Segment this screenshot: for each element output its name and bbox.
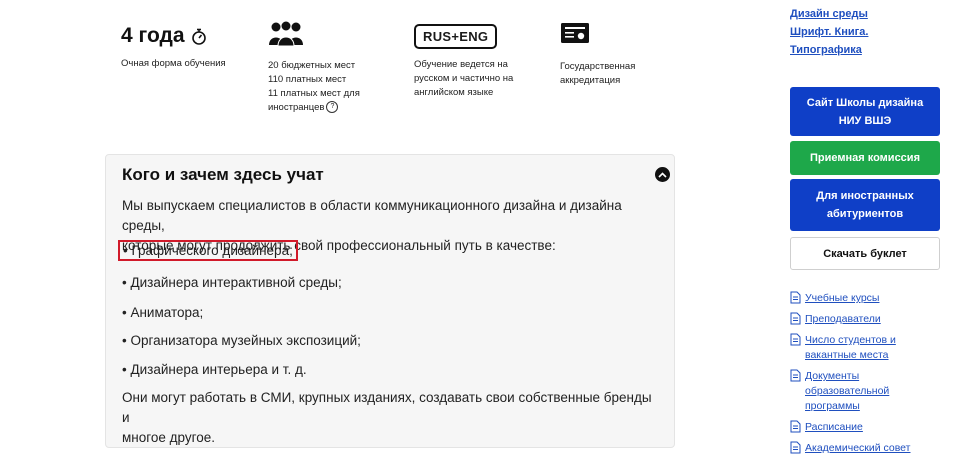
accreditation-caption: Государственная аккредитация xyxy=(560,60,635,88)
intro-line: Мы выпускаем специалистов в области комм… xyxy=(122,198,622,233)
button-label-line: абитуриентов xyxy=(826,208,904,220)
doc-link-label[interactable]: Преподаватели xyxy=(805,312,881,327)
places-foreign-cont: иностранцев xyxy=(268,102,325,113)
doc-link-label[interactable]: образовательной xyxy=(805,384,889,399)
doc-links: Учебные курсы Преподаватели Число студен… xyxy=(790,291,950,456)
download-booklet-button[interactable]: Скачать буклет xyxy=(790,237,940,270)
document-icon xyxy=(790,369,801,382)
doc-link-label[interactable]: Документы xyxy=(805,369,889,384)
doc-link-program-documents[interactable]: Документы образовательной программы xyxy=(790,369,950,414)
accreditation-caption-line: Государственная xyxy=(560,61,636,72)
accreditation-caption-line: аккредитация xyxy=(560,75,621,86)
panel-outro: Они могут работать в СМИ, крупных издани… xyxy=(122,388,662,448)
list-item: • Графического дизайнера; xyxy=(118,240,298,261)
places-list: 20 бюджетных мест 110 платных мест 11 пл… xyxy=(268,59,360,115)
collapse-toggle-icon[interactable] xyxy=(655,167,670,182)
language-caption-line: русском и частично на xyxy=(414,73,514,84)
people-icon xyxy=(269,20,303,47)
highlighted-item: • Графического дизайнера; xyxy=(118,240,298,261)
button-label-line: НИУ ВШЭ xyxy=(838,114,892,127)
document-icon xyxy=(790,333,801,346)
foreign-applicants-button[interactable]: Для иностранных абитуриентов xyxy=(790,179,940,231)
places-paid: 110 платных мест xyxy=(268,74,347,85)
doc-link-students-count[interactable]: Число студентов и вакантные места xyxy=(790,333,950,363)
duration-value: 4 года xyxy=(121,24,185,47)
link-environment-design[interactable]: Дизайн среды xyxy=(790,8,868,20)
language-caption-line: Обучение ведется на xyxy=(414,59,508,70)
doc-link-label[interactable]: вакантные места xyxy=(805,348,896,363)
doc-link-label[interactable]: Расписание xyxy=(805,420,863,435)
language-caption-line: английском языке xyxy=(414,87,494,98)
doc-link-academic-council[interactable]: Академический совет xyxy=(790,441,950,456)
admissions-button[interactable]: Приемная комиссия xyxy=(790,141,940,175)
school-site-button[interactable]: Сайт Школы дизайна НИУ ВШЭ xyxy=(790,87,940,136)
doc-link-teachers[interactable]: Преподаватели xyxy=(790,312,950,327)
outro-line: Они могут работать в СМИ, крупных издани… xyxy=(122,390,652,425)
certificate-icon xyxy=(561,23,589,43)
language-caption: Обучение ведется на русском и частично н… xyxy=(414,58,513,100)
duration-block: 4 года Очная форма обучения xyxy=(121,24,226,71)
help-icon[interactable]: ? xyxy=(326,101,339,114)
link-typography[interactable]: Типографика xyxy=(790,44,868,56)
stopwatch-icon xyxy=(191,28,206,45)
document-icon xyxy=(790,420,801,433)
list-item: • Организатора музейных экспозиций; xyxy=(122,333,361,348)
panel-title: Кого и зачем здесь учат xyxy=(122,165,324,184)
doc-link-schedule[interactable]: Расписание xyxy=(790,420,950,435)
document-icon xyxy=(790,291,801,304)
doc-link-label[interactable]: Число студентов и xyxy=(805,333,896,348)
doc-link-label[interactable]: программы xyxy=(805,399,889,414)
sidebar-top-links: Дизайн среды Шрифт. Книга. Типографика xyxy=(790,8,868,56)
doc-link-label[interactable]: Учебные курсы xyxy=(805,291,879,306)
outro-line: многое другое. xyxy=(122,430,216,445)
link-font-book[interactable]: Шрифт. Книга. xyxy=(790,26,868,38)
doc-link-courses[interactable]: Учебные курсы xyxy=(790,291,950,306)
who-we-teach-panel: Кого и зачем здесь учат Мы выпускаем спе… xyxy=(105,154,675,448)
list-item: • Аниматора; xyxy=(122,305,204,320)
accreditation-block: Государственная аккредитация xyxy=(560,22,635,88)
duration-caption: Очная форма обучения xyxy=(121,58,226,69)
list-item: • Дизайнера интерьера и т. д. xyxy=(122,362,307,377)
places-foreign: 11 платных мест для xyxy=(268,88,360,99)
button-label-line: Для иностранных xyxy=(816,190,914,202)
button-label-line: Сайт Школы дизайна xyxy=(806,96,924,109)
document-icon xyxy=(790,312,801,325)
places-budget: 20 бюджетных мест xyxy=(268,60,356,71)
doc-link-label[interactable]: Академический совет xyxy=(805,441,911,456)
document-icon xyxy=(790,441,801,454)
list-item: • Дизайнера интерактивной среды; xyxy=(122,275,342,290)
places-block: 20 бюджетных мест 110 платных мест 11 пл… xyxy=(268,20,360,115)
language-badge: RUS+ENG xyxy=(414,24,498,49)
language-block: RUS+ENG Обучение ведется на русском и ча… xyxy=(414,24,513,100)
